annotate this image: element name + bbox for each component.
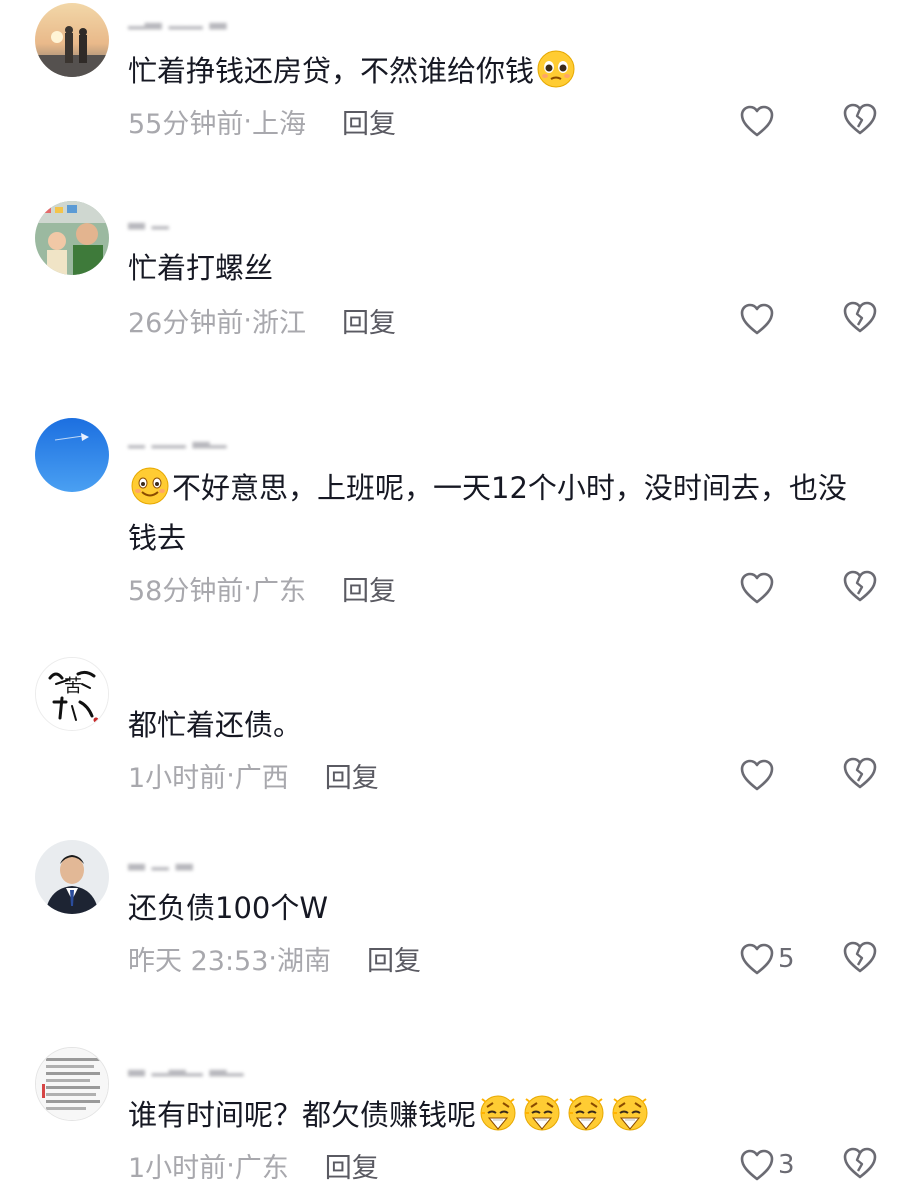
like-button[interactable] bbox=[738, 568, 776, 608]
broken-heart-icon bbox=[843, 103, 877, 135]
location: 上海 bbox=[251, 108, 306, 140]
dislike-button[interactable] bbox=[841, 101, 879, 141]
location: 广东 bbox=[251, 575, 306, 607]
svg-text:苦: 苦 bbox=[64, 676, 82, 697]
timestamp: 26分钟前 bbox=[128, 307, 244, 339]
sunset-couple-photo bbox=[35, 3, 109, 77]
heart-icon bbox=[740, 943, 774, 975]
location: 广西 bbox=[234, 762, 289, 794]
comment-text: 还负债100个W bbox=[128, 891, 329, 925]
dislike-button[interactable] bbox=[841, 755, 879, 795]
reply-button[interactable]: 回复 bbox=[342, 569, 396, 608]
reply-button[interactable]: 回复 bbox=[325, 756, 379, 795]
dislike-button[interactable] bbox=[841, 1145, 879, 1185]
location: 湖南 bbox=[277, 945, 331, 977]
dislike-button[interactable] bbox=[841, 939, 879, 979]
username[interactable]: ▁▂ ▁▁ ▂ bbox=[128, 5, 308, 31]
dislike-button[interactable] bbox=[841, 568, 879, 608]
username[interactable]: ▂ ▁ bbox=[128, 205, 308, 231]
dislike-button[interactable] bbox=[841, 299, 879, 339]
reply-button[interactable]: 回复 bbox=[367, 939, 421, 978]
money-mouth-emoji bbox=[566, 1093, 606, 1133]
smiling-face-emoji bbox=[130, 466, 170, 506]
separator: · bbox=[226, 759, 235, 791]
avatar[interactable] bbox=[35, 840, 109, 914]
timestamp: 昨天 23:53 bbox=[128, 945, 269, 977]
separator: · bbox=[243, 572, 252, 604]
separator: · bbox=[243, 304, 252, 336]
comment-text: 谁有时间呢？都欠债赚钱呢 bbox=[128, 1090, 873, 1140]
avatar[interactable] bbox=[35, 201, 109, 275]
comment-meta: 1小时前 · 广东 回复 bbox=[128, 1146, 379, 1185]
document-list-avatar bbox=[36, 1048, 108, 1120]
family-photo bbox=[35, 201, 109, 275]
man-in-suit-photo bbox=[35, 840, 109, 914]
comment-text: 忙着打螺丝 bbox=[128, 251, 274, 285]
avatar[interactable] bbox=[35, 1047, 109, 1121]
location: 广东 bbox=[234, 1152, 289, 1184]
reply-button[interactable]: 回复 bbox=[342, 301, 396, 340]
blue-sky-kite-photo bbox=[35, 418, 109, 492]
money-mouth-emoji bbox=[478, 1093, 518, 1133]
broken-heart-icon bbox=[843, 1147, 877, 1179]
username[interactable]: ▂ ▁ ▂ bbox=[128, 846, 308, 872]
separator: · bbox=[226, 1149, 235, 1181]
comment-text: 忙着挣钱还房贷，不然谁给你钱 bbox=[128, 46, 873, 96]
comment-meta: 55分钟前 · 上海 回复 bbox=[128, 102, 396, 141]
money-mouth-emoji bbox=[522, 1093, 562, 1133]
heart-icon bbox=[740, 572, 774, 604]
money-mouth-emoji bbox=[610, 1093, 650, 1133]
like-button[interactable]: 3 bbox=[738, 1145, 795, 1185]
timestamp: 1小时前 bbox=[128, 1152, 227, 1184]
avatar[interactable]: 苦 bbox=[35, 657, 109, 731]
location: 浙江 bbox=[251, 307, 306, 339]
heart-icon bbox=[740, 1149, 774, 1181]
broken-heart-icon bbox=[843, 570, 877, 602]
broken-heart-icon bbox=[843, 757, 877, 789]
comment-text: 都忙着还债。 bbox=[128, 708, 303, 742]
comment-meta: 昨天 23:53 · 湖南 回复 bbox=[128, 939, 421, 978]
broken-heart-icon bbox=[843, 301, 877, 333]
avatar[interactable] bbox=[35, 3, 109, 77]
pleading-face-emoji bbox=[536, 49, 576, 89]
like-button[interactable] bbox=[738, 101, 776, 141]
separator: · bbox=[268, 942, 277, 974]
comment-meta: 1小时前 · 广西 回复 bbox=[128, 756, 379, 795]
like-button[interactable]: 5 bbox=[738, 939, 795, 979]
timestamp: 58分钟前 bbox=[128, 575, 244, 607]
reply-button[interactable]: 回复 bbox=[325, 1146, 379, 1185]
heart-icon bbox=[740, 303, 774, 335]
timestamp: 1小时前 bbox=[128, 762, 227, 794]
heart-icon bbox=[740, 105, 774, 137]
comment-meta: 58分钟前 · 广东 回复 bbox=[128, 569, 396, 608]
calligraphy-avatar: 苦 bbox=[36, 658, 108, 730]
like-count: 5 bbox=[778, 944, 795, 974]
broken-heart-icon bbox=[843, 941, 877, 973]
heart-icon bbox=[740, 759, 774, 791]
like-button[interactable] bbox=[738, 299, 776, 339]
separator: · bbox=[243, 105, 252, 137]
avatar[interactable] bbox=[35, 418, 109, 492]
timestamp: 55分钟前 bbox=[128, 108, 244, 140]
comment-meta: 26分钟前 · 浙江 回复 bbox=[128, 301, 396, 340]
username[interactable]: ▂ ▁▂▁ ▂▁ bbox=[128, 1052, 308, 1078]
comment-text: 不好意思，上班呢，一天12个小时，没时间去，也没钱去 bbox=[128, 463, 873, 563]
reply-button[interactable]: 回复 bbox=[342, 102, 396, 141]
username[interactable]: ▁ ▁▁ ▂▁ bbox=[128, 424, 308, 450]
like-button[interactable] bbox=[738, 755, 776, 795]
like-count: 3 bbox=[778, 1150, 795, 1180]
